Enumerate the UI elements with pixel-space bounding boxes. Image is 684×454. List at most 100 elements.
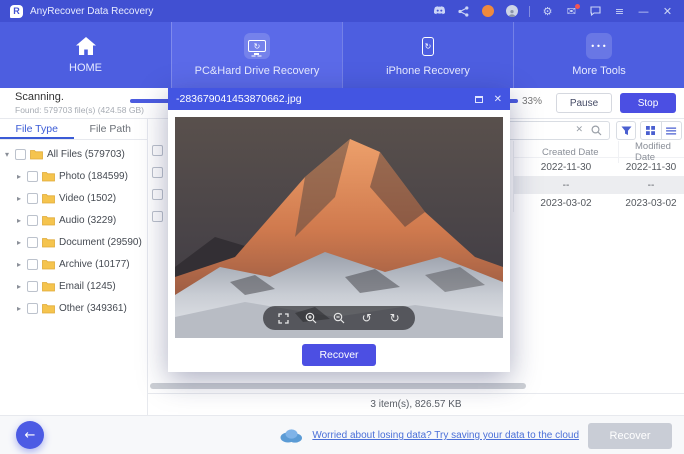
inbox-icon[interactable]: ✉ (565, 5, 578, 18)
tab-iphone-recovery[interactable]: ↻ iPhone Recovery (342, 22, 513, 88)
row-checkbox[interactable] (152, 189, 163, 200)
search-icon[interactable] (591, 125, 602, 136)
rotate-right-icon[interactable]: ↻ (387, 311, 402, 326)
list-view-button[interactable]: ≡ (661, 122, 682, 139)
discord-icon[interactable] (433, 5, 446, 18)
image-preview: ↺ ↻ (175, 117, 503, 338)
tree-checkbox[interactable] (15, 149, 26, 160)
account-avatar-icon[interactable] (505, 5, 518, 18)
recover-button-disabled[interactable]: Recover (588, 423, 672, 449)
cloud-backup-link[interactable]: Worried about losing data? Try saving yo… (312, 430, 579, 441)
cell-modified-date: 2023-03-02 (618, 198, 684, 209)
tree-item-archive[interactable]: ▸ Archive (10177) (0, 253, 147, 275)
tab-more-tools[interactable]: ••• More Tools (513, 22, 684, 88)
fit-screen-icon[interactable] (276, 311, 291, 326)
main-nav: HOME ↻ PC&Hard Drive Recovery ↻ iPhone R… (0, 22, 684, 88)
tree-item-email[interactable]: ▸ Email (1245) (0, 275, 147, 297)
table-row[interactable]: 2022-11-30 2022-11-30 (514, 158, 684, 176)
maximize-icon[interactable] (475, 96, 483, 103)
select-all-checkbox[interactable] (152, 145, 163, 156)
tab-home[interactable]: HOME (0, 22, 171, 88)
cell-modified-date: -- (618, 180, 684, 191)
preview-modal-titlebar[interactable]: -283679041453870662.jpg ✕ (168, 88, 510, 110)
file-tree-panel: File Type File Path ▾ All Files (579703)… (0, 118, 148, 415)
promotion-icon[interactable] (481, 5, 494, 18)
zoom-out-icon[interactable] (331, 311, 346, 326)
zoom-in-icon[interactable] (304, 311, 319, 326)
caret-right-icon[interactable]: ▸ (17, 282, 27, 291)
close-button[interactable]: ✕ (661, 5, 674, 18)
close-preview-icon[interactable]: ✕ (494, 94, 502, 105)
settings-icon[interactable]: ⚙ (541, 5, 554, 18)
tree-item-all-files[interactable]: ▾ All Files (579703) (0, 143, 147, 165)
caret-right-icon[interactable]: ▸ (17, 194, 27, 203)
status-bar: 3 item(s), 826.57 KB (148, 393, 684, 415)
tree-item-audio[interactable]: ▸ Audio (3229) (0, 209, 147, 231)
tab-pc-hard-drive-recovery[interactable]: ↻ PC&Hard Drive Recovery (171, 22, 342, 88)
tree-item-document[interactable]: ▸ Document (29590) (0, 231, 147, 253)
share-icon[interactable] (457, 5, 470, 18)
horizontal-scrollbar[interactable] (150, 383, 526, 389)
caret-down-icon[interactable]: ▾ (5, 150, 15, 159)
caret-right-icon[interactable]: ▸ (17, 304, 27, 313)
tree-checkbox[interactable] (27, 193, 38, 204)
tree-checkbox[interactable] (27, 215, 38, 226)
tree-item-other[interactable]: ▸ Other (349361) (0, 297, 147, 319)
clear-search-icon[interactable]: ✕ (575, 125, 583, 135)
caret-right-icon[interactable]: ▸ (17, 260, 27, 269)
row-checkbox[interactable] (152, 167, 163, 178)
tree-checkbox[interactable] (27, 237, 38, 248)
tree-checkbox[interactable] (27, 281, 38, 292)
back-button[interactable]: ← (16, 421, 44, 449)
table-header-row: Created Date Modified Date (514, 141, 684, 158)
tree-item-label: Document (29590) (59, 237, 142, 248)
view-toggle: ≡ (640, 121, 682, 140)
filter-button[interactable] (616, 121, 636, 140)
grid-view-button[interactable] (641, 122, 661, 139)
more-tools-icon: ••• (586, 33, 612, 59)
column-header-created-date[interactable]: Created Date (514, 147, 618, 158)
caret-right-icon[interactable]: ▸ (17, 172, 27, 181)
folder-icon (42, 171, 55, 182)
feedback-icon[interactable] (589, 5, 602, 18)
file-type-tree: ▾ All Files (579703) ▸ Photo (184599) ▸ … (0, 140, 147, 319)
cell-created-date: -- (514, 180, 618, 191)
scan-percent: 33% (522, 96, 542, 107)
tree-item-label: All Files (579703) (47, 149, 125, 160)
tree-checkbox[interactable] (27, 171, 38, 182)
home-icon (75, 36, 97, 56)
tree-item-label: Video (1502) (59, 193, 116, 204)
folder-icon (42, 281, 55, 292)
tree-item-photo[interactable]: ▸ Photo (184599) (0, 165, 147, 187)
caret-right-icon[interactable]: ▸ (17, 238, 27, 247)
preview-filename: -283679041453870662.jpg (176, 93, 475, 105)
row-checkbox[interactable] (152, 211, 163, 222)
iphone-recovery-icon: ↻ (415, 33, 441, 59)
pause-button[interactable]: Pause (556, 93, 612, 113)
table-row[interactable]: 2023-03-02 2023-03-02 (514, 194, 684, 212)
cloud-icon (279, 428, 303, 443)
caret-right-icon[interactable]: ▸ (17, 216, 27, 225)
scan-found-count: Found: 579703 file(s) (424.58 GB) (15, 105, 144, 115)
modal-recover-button[interactable]: Recover (302, 344, 376, 366)
rotate-left-icon[interactable]: ↺ (359, 311, 374, 326)
pc-recovery-icon: ↻ (244, 33, 270, 59)
tab-file-path[interactable]: File Path (74, 119, 148, 139)
tree-item-video[interactable]: ▸ Video (1502) (0, 187, 147, 209)
scan-status: Scanning. (15, 91, 64, 103)
table-row-selected[interactable]: -- -- (514, 176, 684, 194)
menu-icon[interactable]: ≡ (613, 5, 626, 18)
tree-item-label: Archive (10177) (59, 259, 130, 270)
nav-tab-label: More Tools (572, 65, 626, 77)
column-header-modified-date[interactable]: Modified Date (618, 141, 684, 163)
stop-button[interactable]: Stop (620, 93, 676, 113)
footer-bar: ← Worried about losing data? Try saving … (0, 415, 684, 454)
preview-toolbar: ↺ ↻ (263, 306, 415, 330)
nav-tab-label: HOME (69, 62, 102, 74)
minimize-button[interactable]: — (637, 5, 650, 18)
tree-item-label: Email (1245) (59, 281, 116, 292)
tree-checkbox[interactable] (27, 259, 38, 270)
tree-checkbox[interactable] (27, 303, 38, 314)
tab-file-type[interactable]: File Type (0, 119, 74, 139)
folder-icon (42, 237, 55, 248)
